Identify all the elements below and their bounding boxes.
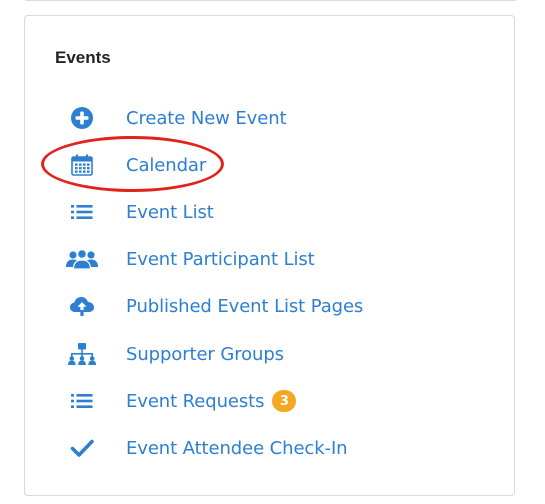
events-panel: Events Create New Event Calendar Event L…	[24, 15, 515, 496]
menu-item-calendar[interactable]: Calendar	[65, 150, 206, 180]
checkmark-icon	[65, 433, 99, 463]
menu-item-label: Event Attendee Check-In	[126, 437, 348, 459]
menu-item-event-participant-list[interactable]: Event Participant List	[65, 244, 315, 274]
events-menu: Create New Event Calendar Event List Eve…	[25, 16, 514, 495]
count-badge: 3	[272, 390, 297, 412]
menu-item-label: Event Requests	[126, 390, 265, 412]
menu-item-label: Calendar	[126, 154, 207, 176]
previous-panel-edge	[24, 0, 517, 1]
users-icon	[65, 244, 99, 274]
sitemap-icon	[65, 339, 99, 369]
menu-item-label: Published Event List Pages	[126, 295, 364, 317]
list-icon	[65, 197, 99, 227]
menu-item-label: Supporter Groups	[126, 343, 284, 365]
menu-item-supporter-groups[interactable]: Supporter Groups	[65, 339, 284, 369]
list-icon	[65, 386, 99, 416]
calendar-icon	[65, 150, 99, 180]
cloud-upload-icon	[65, 291, 99, 321]
menu-item-event-requests[interactable]: Event Requests 3	[65, 386, 297, 416]
menu-item-label: Event List	[126, 201, 214, 223]
menu-item-create-new-event[interactable]: Create New Event	[65, 103, 287, 133]
menu-item-label: Event Participant List	[126, 248, 315, 270]
menu-item-event-list[interactable]: Event List	[65, 197, 214, 227]
menu-item-event-attendee-check-in[interactable]: Event Attendee Check-In	[65, 433, 348, 463]
menu-item-label: Create New Event	[126, 107, 287, 129]
menu-item-published-event-list-pages[interactable]: Published Event List Pages	[65, 291, 363, 321]
plus-circle-icon	[65, 103, 99, 133]
